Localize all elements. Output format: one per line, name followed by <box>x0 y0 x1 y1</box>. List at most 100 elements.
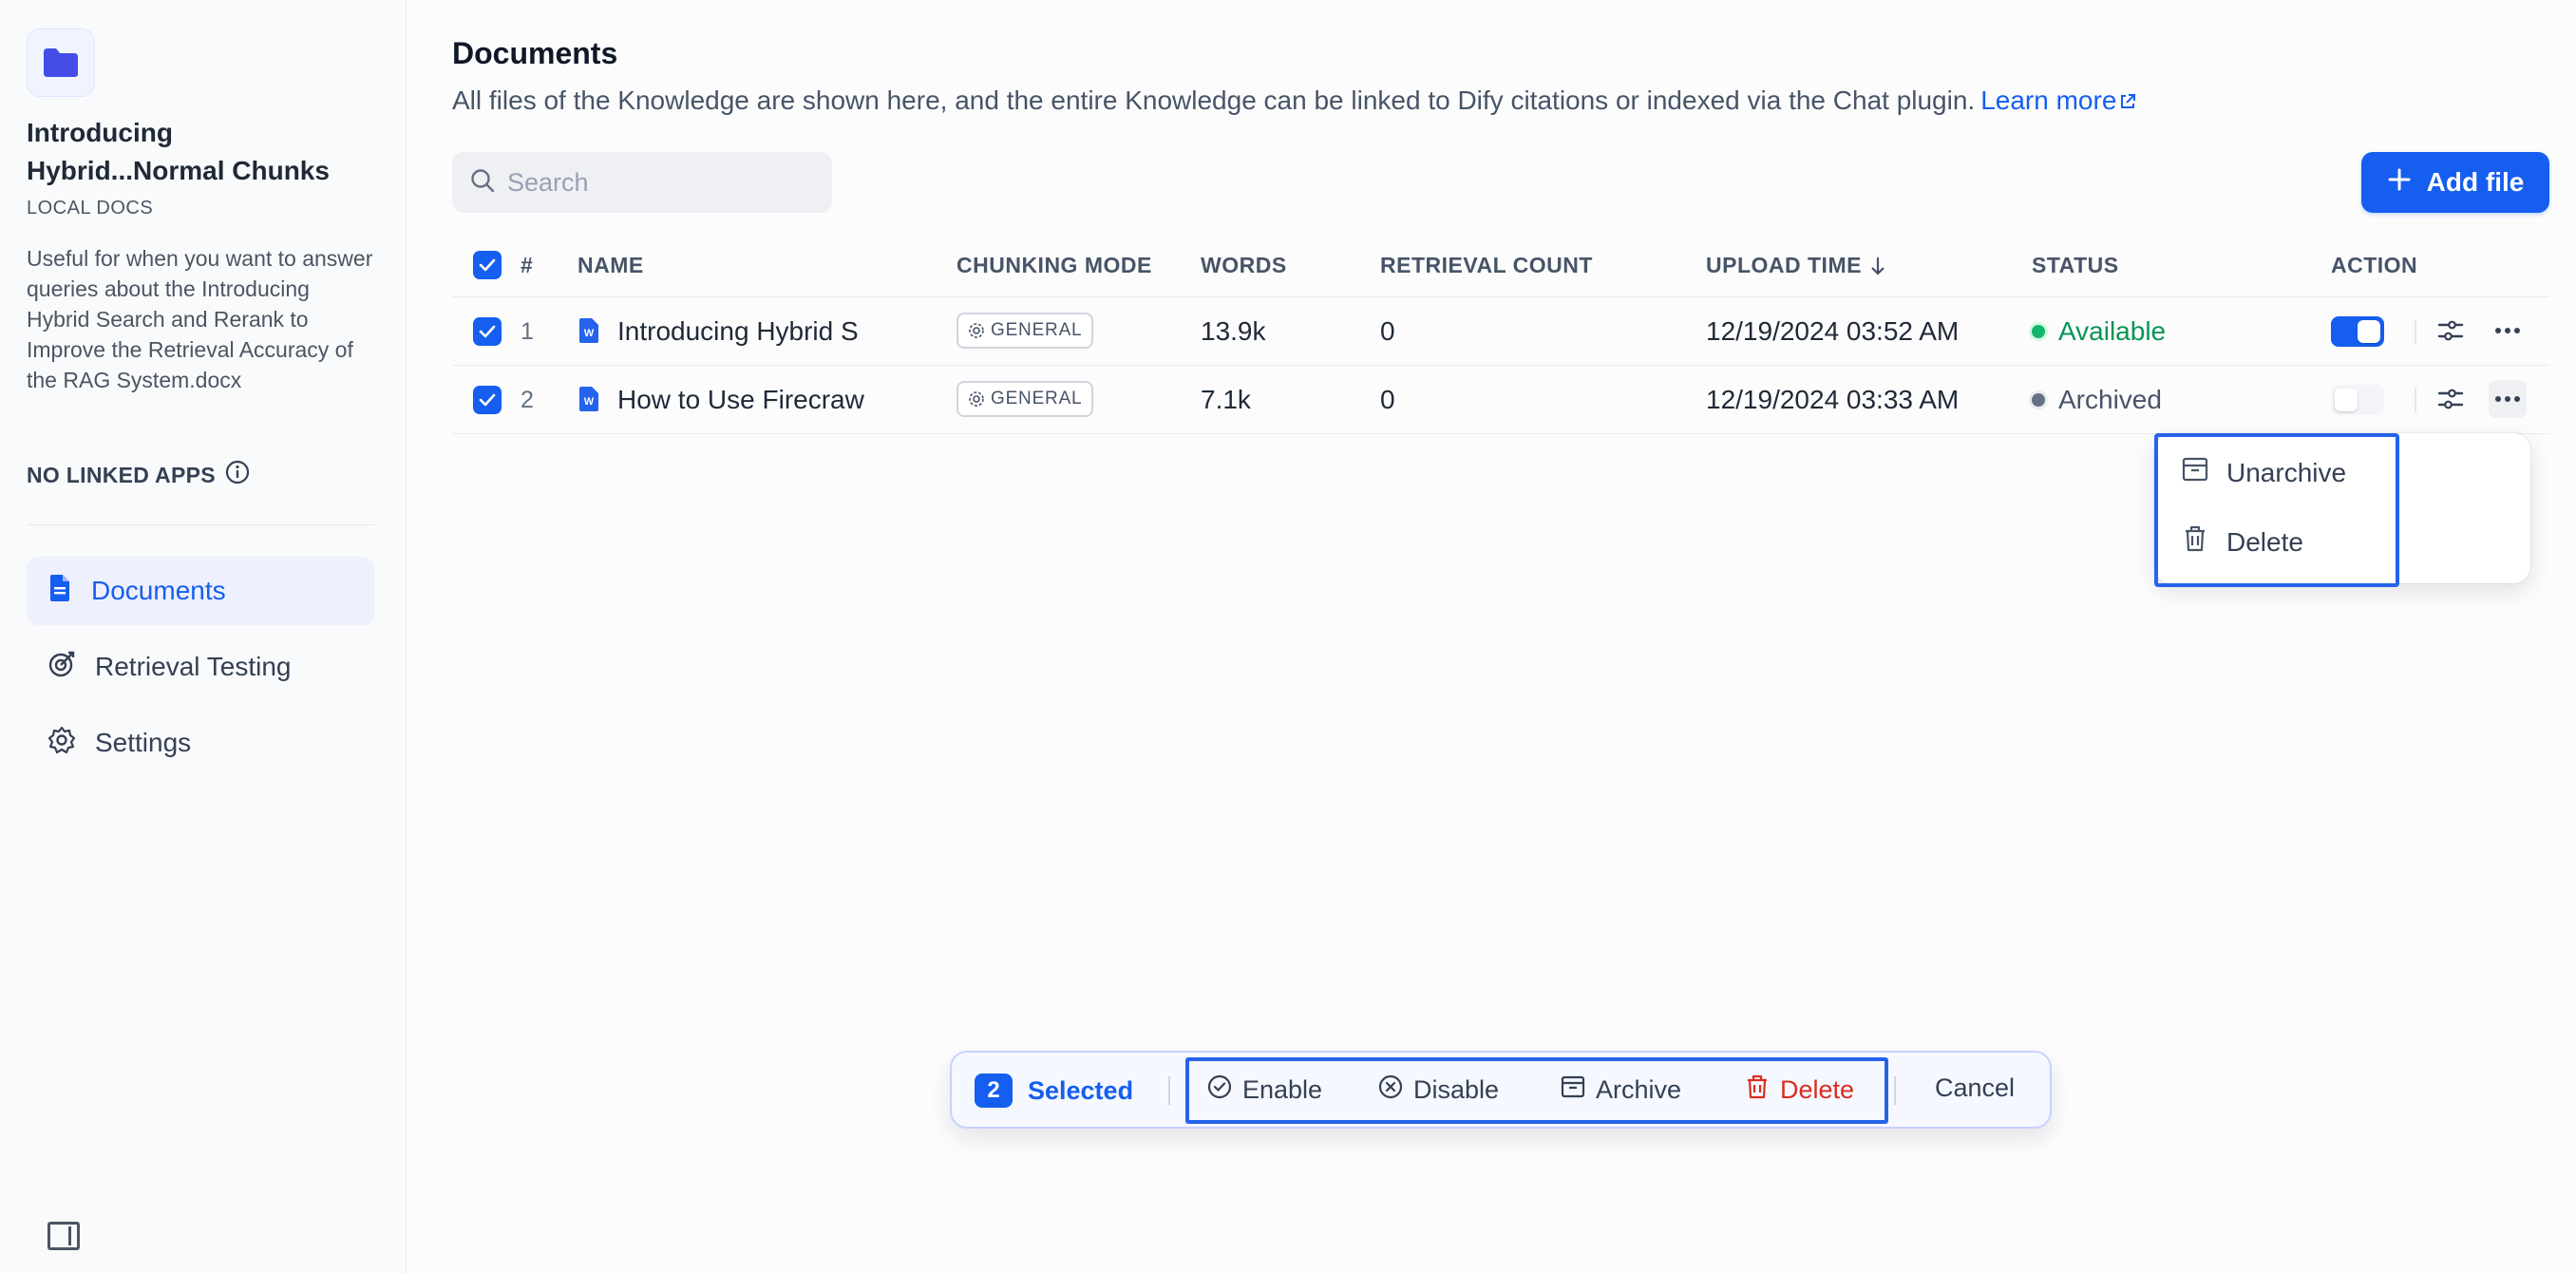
row-divider <box>452 365 2549 366</box>
delete-label: Delete <box>2226 526 2303 557</box>
action-divider <box>2415 388 2416 412</box>
column-name: NAME <box>578 253 644 277</box>
disable-label: Disable <box>1413 1075 1500 1104</box>
delete-menu-item[interactable]: Delete <box>2181 524 2303 560</box>
status-label: Available <box>2058 316 2167 346</box>
row-checkbox[interactable] <box>473 317 502 346</box>
linked-apps-label: NO LINKED APPS <box>27 462 216 487</box>
cancel-label: Cancel <box>1935 1074 2016 1102</box>
select-all-checkbox[interactable] <box>473 251 502 279</box>
column-upload-time-label: UPLOAD TIME <box>1706 253 1862 277</box>
plus-icon <box>2387 167 2412 199</box>
upload-time: 12/19/2024 03:52 AM <box>1706 316 1960 346</box>
sidebar-divider <box>27 524 374 525</box>
learn-more-link[interactable]: Learn more <box>1980 86 2137 115</box>
check-circle-icon <box>1206 1074 1233 1107</box>
column-action: ACTION <box>2331 253 2418 277</box>
search-input[interactable] <box>507 167 811 198</box>
column-upload-time[interactable]: UPLOAD TIME <box>1706 253 1886 278</box>
status-badge: Available <box>2032 316 2166 347</box>
sidebar: Introducing Hybrid...Normal Chunks LOCAL… <box>0 0 407 1273</box>
target-icon <box>47 650 76 685</box>
search-icon <box>469 167 496 199</box>
word-count: 13.9k <box>1201 316 1266 346</box>
sidebar-item-label: Retrieval Testing <box>95 652 292 681</box>
info-icon[interactable] <box>225 460 250 490</box>
status-label: Archived <box>2058 385 2162 414</box>
enable-label: Enable <box>1242 1075 1323 1104</box>
sidebar-item-label: Settings <box>95 728 192 757</box>
document-icon <box>47 574 72 609</box>
settings-sliders-icon[interactable] <box>2432 312 2470 350</box>
add-file-button[interactable]: Add file <box>2361 152 2549 213</box>
row-index: 1 <box>521 318 534 345</box>
sidebar-item-label: Documents <box>91 576 226 605</box>
dataset-title: Introducing Hybrid...Normal Chunks <box>27 118 330 185</box>
batch-archive-button[interactable]: Archive <box>1560 1074 1681 1107</box>
batch-enable-button[interactable]: Enable <box>1206 1074 1322 1107</box>
x-circle-icon <box>1377 1074 1404 1107</box>
retrieval-count: 0 <box>1380 316 1395 346</box>
upload-time: 12/19/2024 03:33 AM <box>1706 385 1960 414</box>
folder-icon <box>27 28 95 97</box>
status-badge: Archived <box>2032 385 2162 415</box>
sidebar-collapse-icon[interactable] <box>47 1222 80 1250</box>
selected-count-badge: 2 <box>975 1074 1013 1108</box>
page-title: Documents <box>452 36 618 70</box>
enable-toggle[interactable] <box>2331 316 2384 347</box>
archive-label: Archive <box>1596 1075 1682 1104</box>
page-description: All files of the Knowledge are shown her… <box>452 86 2137 116</box>
dataset-description: Useful for when you want to answer queri… <box>27 246 373 392</box>
row-index: 2 <box>521 387 534 413</box>
svg-text:W: W <box>584 396 595 408</box>
unarchive-label: Unarchive <box>2226 457 2347 487</box>
archive-box-icon <box>1560 1074 1586 1107</box>
word-file-icon: W <box>578 386 600 417</box>
unarchive-menu-item[interactable]: Unarchive <box>2181 456 2346 489</box>
chunking-mode-badge: GENERAL <box>957 381 1094 417</box>
column-index: # <box>521 253 534 277</box>
enable-toggle[interactable] <box>2331 385 2384 415</box>
batch-divider <box>1894 1076 1896 1105</box>
column-chunking-mode: CHUNKING MODE <box>957 253 1152 277</box>
document-name[interactable]: Introducing Hybrid S <box>617 316 859 347</box>
sidebar-item-settings[interactable]: Settings <box>27 709 374 777</box>
chunking-mode-badge: GENERAL <box>957 313 1094 349</box>
delete-label: Delete <box>1780 1075 1855 1104</box>
gear-icon <box>969 391 984 407</box>
chunking-mode-label: GENERAL <box>991 320 1083 340</box>
description-text: All files of the Knowledge are shown her… <box>452 86 1976 115</box>
chunking-mode-label: GENERAL <box>991 389 1083 408</box>
word-count: 7.1k <box>1201 385 1251 414</box>
retrieval-count: 0 <box>1380 385 1395 414</box>
gear-icon <box>969 323 984 338</box>
column-status: STATUS <box>2032 253 2119 277</box>
svg-text:W: W <box>584 328 595 339</box>
search-box[interactable] <box>452 152 832 213</box>
gear-icon <box>47 726 76 761</box>
document-name[interactable]: How to Use Firecraw <box>617 385 864 415</box>
batch-disable-button[interactable]: Disable <box>1377 1074 1499 1107</box>
sidebar-item-retrieval-testing[interactable]: Retrieval Testing <box>27 633 374 701</box>
trash-icon <box>2181 524 2209 560</box>
status-dot <box>2032 325 2045 338</box>
more-options-icon[interactable] <box>2489 380 2527 418</box>
external-link-icon <box>2121 94 2136 108</box>
selected-label: Selected <box>1028 1076 1134 1105</box>
sidebar-item-documents[interactable]: Documents <box>27 557 374 625</box>
batch-cancel-button[interactable]: Cancel <box>1935 1074 2015 1103</box>
column-words: WORDS <box>1201 253 1287 277</box>
more-options-icon[interactable] <box>2489 312 2527 350</box>
batch-delete-button[interactable]: Delete <box>1744 1074 1854 1107</box>
sort-down-icon <box>1871 256 1885 276</box>
trash-icon <box>1744 1074 1771 1107</box>
archive-box-icon <box>2181 456 2209 489</box>
status-dot <box>2032 393 2045 407</box>
settings-sliders-icon[interactable] <box>2432 380 2470 418</box>
action-divider <box>2415 319 2416 344</box>
add-file-label: Add file <box>2426 167 2525 197</box>
header-divider <box>452 296 2549 297</box>
dataset-source: LOCAL DOCS <box>27 198 154 218</box>
column-retrieval-count: RETRIEVAL COUNT <box>1380 253 1593 277</box>
row-checkbox[interactable] <box>473 386 502 414</box>
